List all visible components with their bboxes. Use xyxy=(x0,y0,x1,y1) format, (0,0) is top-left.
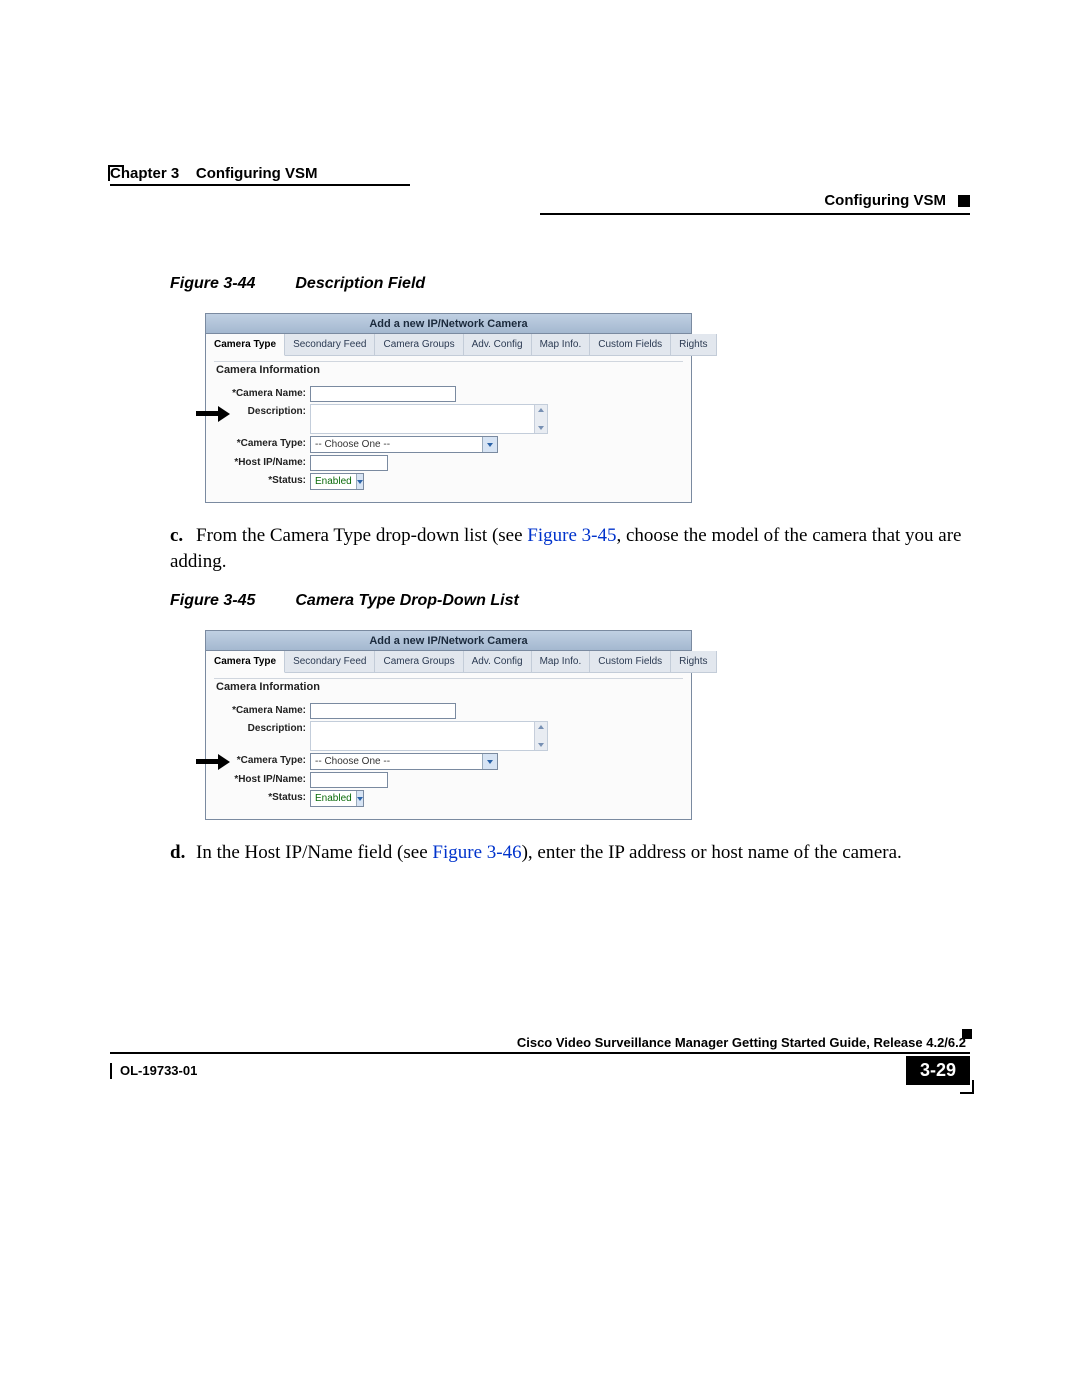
figure-3-44-screenshot: Add a new IP/Network Camera Camera Type … xyxy=(205,313,692,503)
status-dropdown[interactable]: Enabled xyxy=(310,790,364,807)
label-camera-name: *Camera Name: xyxy=(214,703,310,716)
chevron-down-icon[interactable] xyxy=(482,437,497,452)
camera-type-value: -- Choose One -- xyxy=(311,439,482,450)
header-rule-right xyxy=(540,213,970,215)
tab-camera-type[interactable]: Camera Type xyxy=(206,651,285,673)
figure-title: Description Field xyxy=(295,275,425,292)
tab-map-info[interactable]: Map Info. xyxy=(532,334,591,356)
status-value: Enabled xyxy=(311,793,356,804)
running-header: Chapter 3 Configuring VSM xyxy=(110,165,970,182)
chapter-label: Chapter 3 xyxy=(110,165,179,182)
header-square-icon xyxy=(958,195,970,207)
description-field[interactable] xyxy=(310,721,548,751)
textarea-scrollbar[interactable] xyxy=(534,722,547,750)
figure-number: Figure 3-44 xyxy=(170,275,295,292)
callout-arrow-description xyxy=(196,406,236,422)
host-ip-field[interactable] xyxy=(310,455,388,471)
camera-type-dropdown[interactable]: -- Choose One -- xyxy=(310,753,498,770)
camera-name-field[interactable] xyxy=(310,386,456,402)
fieldset-camera-information: Camera Information xyxy=(214,361,683,384)
page-footer: Cisco Video Surveillance Manager Getting… xyxy=(110,1035,970,1085)
tab-rights[interactable]: Rights xyxy=(671,334,716,356)
figure-number: Figure 3-45 xyxy=(170,592,295,609)
footer-square-icon xyxy=(962,1029,972,1039)
figure-caption-3-44: Figure 3-44Description Field xyxy=(170,275,970,293)
page-body: Chapter 3 Configuring VSM Configuring VS… xyxy=(110,165,970,874)
status-dropdown[interactable]: Enabled xyxy=(310,473,364,490)
label-camera-name: *Camera Name: xyxy=(214,386,310,399)
status-value: Enabled xyxy=(311,476,356,487)
tab-map-info[interactable]: Map Info. xyxy=(532,651,591,673)
label-host-ip: *Host IP/Name: xyxy=(214,772,310,785)
label-host-ip: *Host IP/Name: xyxy=(214,455,310,468)
camera-type-dropdown[interactable]: -- Choose One -- xyxy=(310,436,498,453)
host-ip-field[interactable] xyxy=(310,772,388,788)
step-text-pre: From the Camera Type drop-down list (see xyxy=(196,525,527,546)
step-marker: c. xyxy=(170,523,196,549)
header-section-title: Configuring VSM xyxy=(824,192,946,209)
description-field[interactable] xyxy=(310,404,548,434)
footer-doc-id: OL-19733-01 xyxy=(110,1063,197,1079)
tab-secondary-feed[interactable]: Secondary Feed xyxy=(285,334,375,356)
xref-figure-3-45[interactable]: Figure 3-45 xyxy=(527,525,616,546)
header-chapter: Chapter 3 Configuring VSM xyxy=(110,165,318,182)
chapter-title: Configuring VSM xyxy=(196,165,318,182)
tab-adv-config[interactable]: Adv. Config xyxy=(464,334,532,356)
camera-name-field[interactable] xyxy=(310,703,456,719)
label-description: Description: xyxy=(214,721,310,734)
callout-arrow-camera-type xyxy=(196,754,236,770)
chevron-down-icon[interactable] xyxy=(482,754,497,769)
camera-type-value: -- Choose One -- xyxy=(311,756,482,767)
figure-3-45-screenshot: Add a new IP/Network Camera Camera Type … xyxy=(205,630,692,820)
app-tabs: Camera Type Secondary Feed Camera Groups… xyxy=(206,651,691,673)
xref-figure-3-46[interactable]: Figure 3-46 xyxy=(432,842,521,863)
tab-custom-fields[interactable]: Custom Fields xyxy=(590,651,671,673)
figure-caption-3-45: Figure 3-45Camera Type Drop-Down List xyxy=(170,592,970,610)
footer-guide-title: Cisco Video Surveillance Manager Getting… xyxy=(110,1035,970,1050)
figure-title: Camera Type Drop-Down List xyxy=(295,592,518,609)
step-d: d.In the Host IP/Name field (see Figure … xyxy=(170,840,970,866)
label-status: *Status: xyxy=(214,790,310,803)
tab-camera-type[interactable]: Camera Type xyxy=(206,334,285,356)
app-window-title: Add a new IP/Network Camera xyxy=(206,314,691,334)
footer-rule xyxy=(110,1052,970,1054)
tab-adv-config[interactable]: Adv. Config xyxy=(464,651,532,673)
label-status: *Status: xyxy=(214,473,310,486)
label-camera-type: *Camera Type: xyxy=(214,436,310,449)
chevron-down-icon[interactable] xyxy=(356,791,363,806)
app-window-title: Add a new IP/Network Camera xyxy=(206,631,691,651)
fieldset-camera-information: Camera Information xyxy=(214,678,683,701)
textarea-scrollbar[interactable] xyxy=(534,405,547,433)
tab-secondary-feed[interactable]: Secondary Feed xyxy=(285,651,375,673)
tab-camera-groups[interactable]: Camera Groups xyxy=(375,334,463,356)
step-c: c.From the Camera Type drop-down list (s… xyxy=(170,523,970,574)
chevron-down-icon[interactable] xyxy=(356,474,363,489)
step-marker: d. xyxy=(170,840,196,866)
app-tabs: Camera Type Secondary Feed Camera Groups… xyxy=(206,334,691,356)
header-rule-left xyxy=(110,184,410,186)
step-text-pre: In the Host IP/Name field (see xyxy=(196,842,432,863)
step-text-post: ), enter the IP address or host name of … xyxy=(522,842,902,863)
tab-custom-fields[interactable]: Custom Fields xyxy=(590,334,671,356)
tab-rights[interactable]: Rights xyxy=(671,651,716,673)
tab-camera-groups[interactable]: Camera Groups xyxy=(375,651,463,673)
crop-mark-bottom-right xyxy=(960,1080,974,1094)
